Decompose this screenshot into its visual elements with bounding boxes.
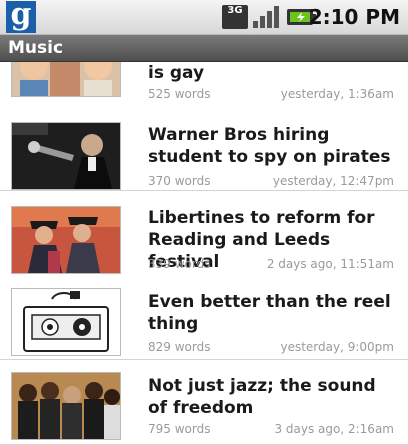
babies-photo [11,62,121,97]
clock: 2:10 PM [308,5,400,29]
signal-strength-icon [253,6,279,28]
article-timestamp: 2 days ago, 11:51am [266,257,394,271]
article-timestamp: yesterday, 9:00pm [280,340,394,354]
article-word-count: 525 words [148,87,211,101]
jazz-band-photo [11,372,121,440]
article-headline: Not just jazz; the sound of freedom [148,376,376,418]
article-timestamp: yesterday, 12:47pm [272,174,394,188]
article-word-count: 339 words [148,257,211,271]
cassette-tape-illustration [11,288,121,356]
article-row[interactable]: Even better than the reel thing 829 word… [0,275,408,360]
article-word-count: 370 words [148,174,211,188]
guardian-logo-icon: g [6,0,36,33]
status-bar: g 3G 2:10 PM [0,0,408,35]
article-row[interactable]: Libertines to reform for Reading and Lee… [0,191,408,276]
article-word-count: 795 words [148,422,211,436]
article-row[interactable]: Not just jazz; the sound of freedom 795 … [0,360,408,445]
article-headline: Even better than the reel thing [148,292,391,334]
article-row[interactable]: is gay 525 words yesterday, 1:36am [0,62,408,107]
spy-with-gun-photo [11,122,121,190]
article-row[interactable]: Warner Bros hiring student to spy on pir… [0,106,408,191]
article-word-count: 829 words [148,340,211,354]
article-timestamp: 3 days ago, 2:16am [274,422,394,436]
band-members-photo [11,206,121,274]
network-type-icon: 3G [222,5,248,29]
article-timestamp: yesterday, 1:36am [280,87,394,101]
section-title: Music [8,38,64,58]
article-list[interactable]: is gay 525 words yesterday, 1:36am Warne… [0,62,408,445]
article-headline: is gay [148,63,205,83]
section-title-bar: Music [0,35,408,62]
article-headline: Warner Bros hiring student to spy on pir… [148,125,391,167]
